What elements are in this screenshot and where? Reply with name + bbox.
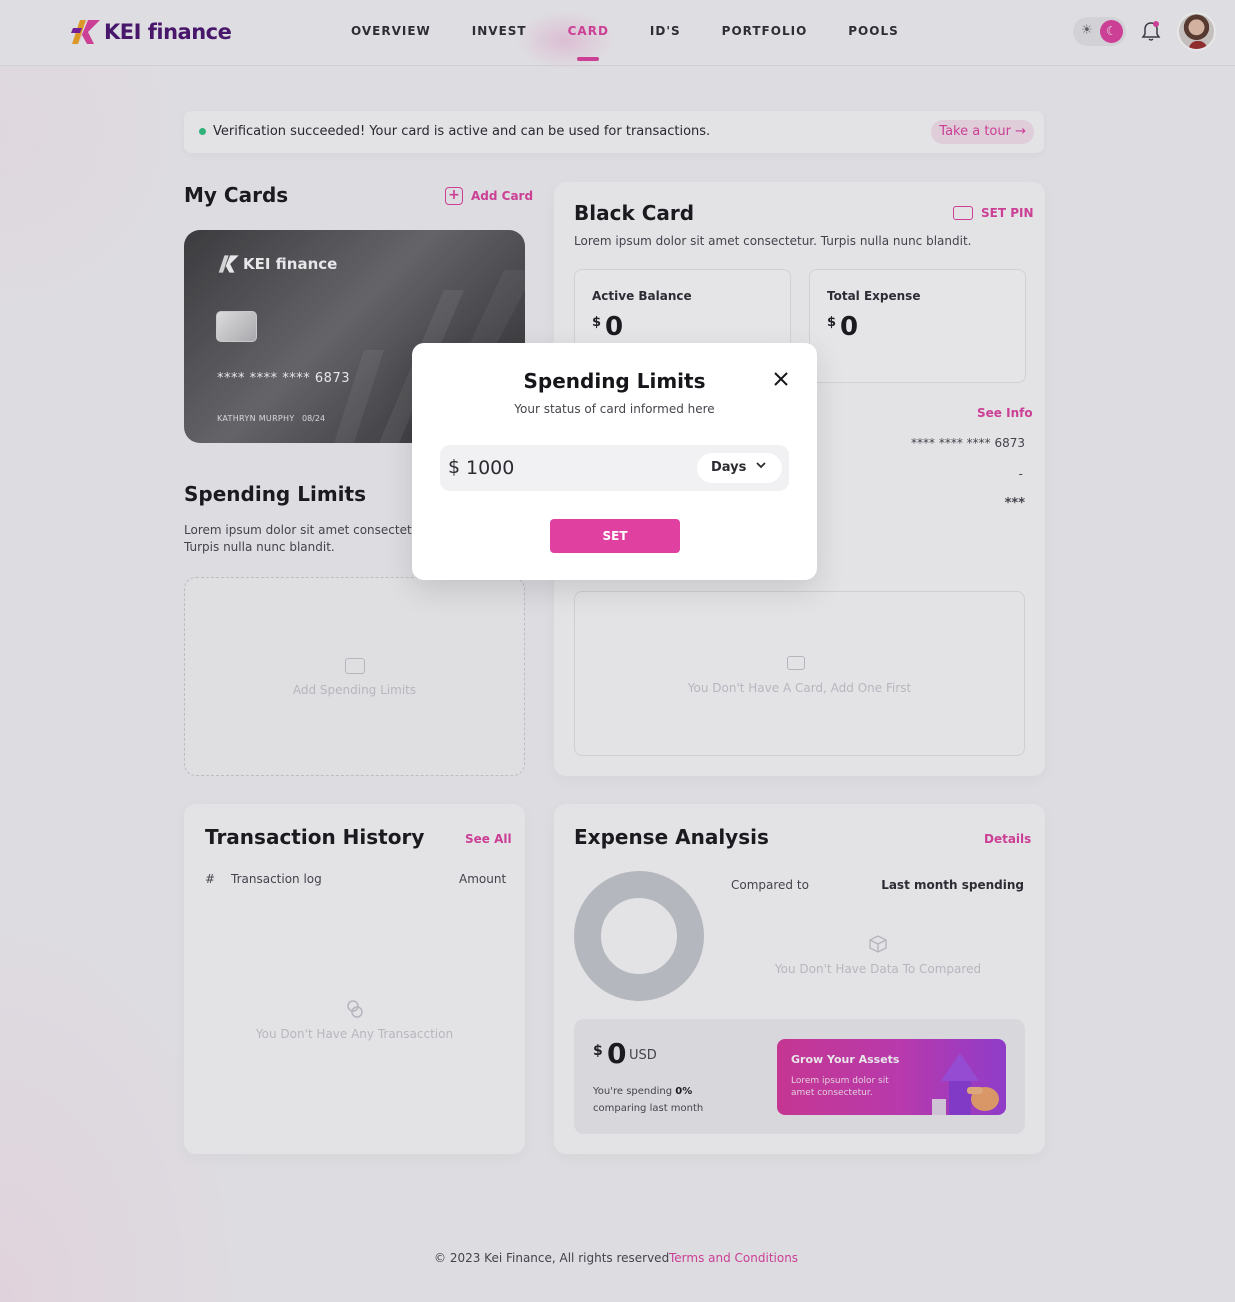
spending-limits-modal: Spending Limits Your status of card info… [412, 343, 817, 580]
set-limit-button[interactable]: SET [550, 519, 680, 553]
period-select[interactable]: Days [697, 453, 782, 483]
period-label: Days [711, 460, 747, 475]
amount-currency: $ [448, 456, 461, 478]
close-icon[interactable] [773, 371, 789, 387]
limit-amount-field: $ Days [440, 445, 789, 491]
chevron-down-icon [756, 462, 766, 469]
modal-title: Spending Limits [523, 369, 706, 393]
modal-backdrop[interactable] [0, 0, 1235, 1302]
limit-amount-input[interactable] [466, 453, 666, 483]
modal-subtitle: Your status of card informed here [514, 402, 715, 416]
